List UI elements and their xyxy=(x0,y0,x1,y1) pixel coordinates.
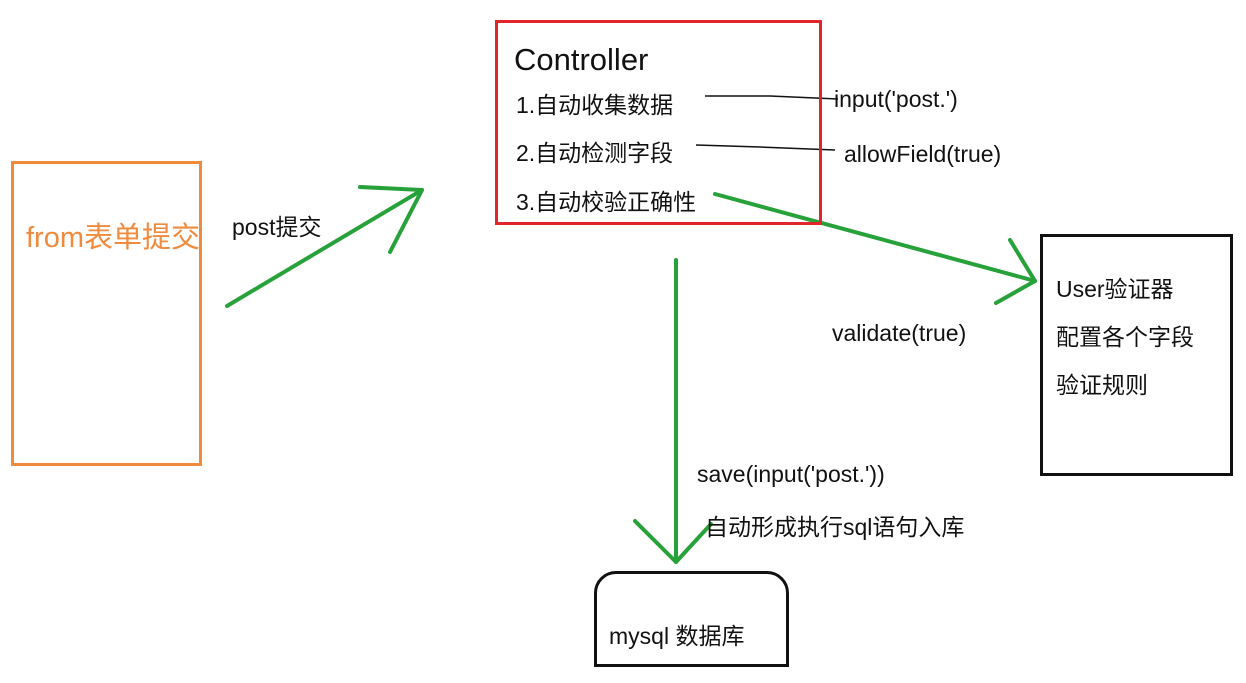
validator-line-1: User验证器 xyxy=(1056,276,1174,302)
form-label: from表单提交 xyxy=(26,222,201,254)
controller-title: Controller xyxy=(514,42,649,77)
validator-line-3: 验证规则 xyxy=(1056,372,1148,398)
annotation-allow-field: allowField(true) xyxy=(844,141,1002,167)
controller-step-3: 3.自动校验正确性 xyxy=(516,189,697,215)
arrow-controller-to-database xyxy=(633,258,713,564)
arrow-form-to-controller xyxy=(225,185,424,308)
annotation-input-post: input('post.') xyxy=(834,86,958,112)
annotation-post-submit: post提交 xyxy=(232,214,322,240)
controller-step-2: 2.自动检测字段 xyxy=(516,140,674,166)
annotation-save: save(input('post.')) xyxy=(697,461,885,487)
form-box xyxy=(11,161,202,466)
annotation-auto-sql: 自动形成执行sql语句入库 xyxy=(705,514,965,540)
diagram-canvas: from表单提交 Controller 1.自动收集数据 2.自动检测字段 3.… xyxy=(0,0,1246,683)
controller-step-1: 1.自动收集数据 xyxy=(516,92,674,118)
database-label: mysql 数据库 xyxy=(609,623,745,649)
annotation-validate: validate(true) xyxy=(832,320,967,346)
validator-line-2: 配置各个字段 xyxy=(1056,324,1194,350)
